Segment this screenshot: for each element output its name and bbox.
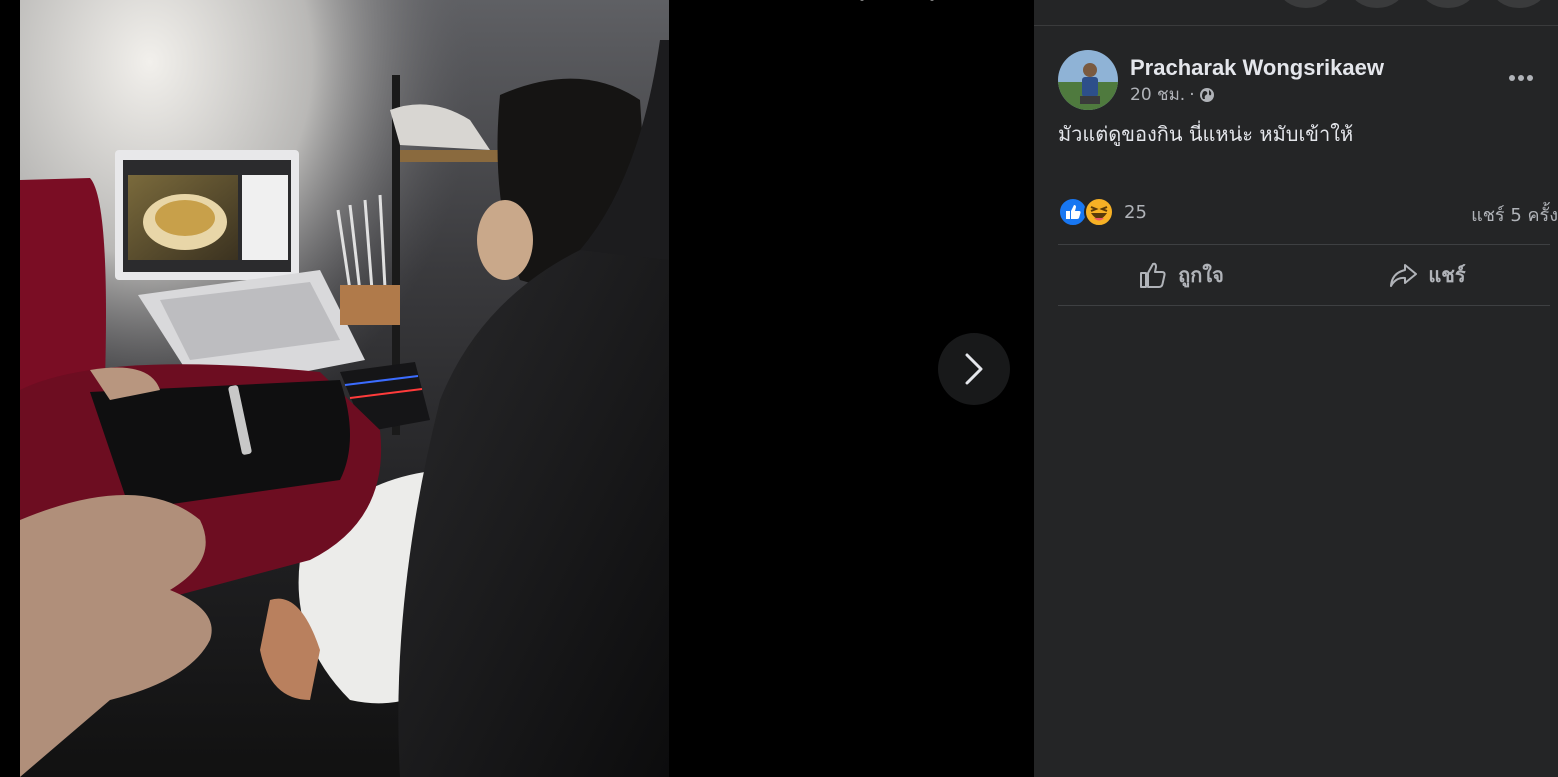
post-timestamp[interactable]: 20 ชม. — [1130, 84, 1185, 106]
panel-top-bar — [1034, 0, 1558, 26]
share-button[interactable]: แชร์ — [1304, 246, 1550, 304]
more-options-button[interactable] — [1496, 60, 1546, 96]
more-options-icon — [1509, 75, 1533, 81]
chevron-right-icon — [965, 353, 983, 385]
next-photo-button[interactable] — [938, 333, 1010, 405]
like-button[interactable]: ถูกใจ — [1058, 246, 1304, 304]
globe-icon — [1199, 88, 1214, 102]
avatar-image — [1058, 50, 1118, 110]
haha-reaction-icon — [1084, 197, 1114, 227]
share-label: แชร์ — [1428, 263, 1466, 287]
divider — [1058, 305, 1550, 306]
share-arrow-icon — [1390, 264, 1418, 287]
post-header: Pracharak Wongsrikaew 20 ชม. · — [1058, 50, 1384, 110]
post-details-panel: Pracharak Wongsrikaew 20 ชม. · มัวแต่ดูข… — [1034, 0, 1558, 777]
post-meta: Pracharak Wongsrikaew 20 ชม. · — [1130, 54, 1384, 106]
avatar[interactable] — [1058, 50, 1118, 110]
separator-dot: · — [1189, 85, 1195, 105]
reaction-icons[interactable] — [1058, 197, 1114, 227]
top-decoration — [860, 0, 934, 1]
post-photo[interactable] — [20, 0, 669, 777]
photo-viewer — [0, 0, 1034, 777]
divider — [1058, 244, 1550, 245]
author-name[interactable]: Pracharak Wongsrikaew — [1130, 54, 1384, 82]
toolbar-button[interactable] — [1421, 0, 1475, 8]
reactions-summary: 25 แชร์ 5 ครั้ง — [1058, 196, 1558, 228]
thumbs-up-icon — [1140, 262, 1166, 288]
reaction-count[interactable]: 25 — [1124, 202, 1147, 223]
post-actions: ถูกใจ แชร์ — [1058, 246, 1550, 304]
toolbar-button[interactable] — [1350, 0, 1404, 8]
toolbar-button[interactable] — [1492, 0, 1546, 8]
like-label: ถูกใจ — [1178, 263, 1224, 287]
post-time-row: 20 ชม. · — [1130, 84, 1384, 106]
share-count[interactable]: แชร์ 5 ครั้ง — [1471, 200, 1558, 229]
toolbar-button[interactable] — [1279, 0, 1333, 8]
post-caption: มัวแต่ดูของกิน นี่แหน่ะ หมับเข้าให้ — [1058, 122, 1354, 146]
photo-illustration — [20, 0, 669, 777]
